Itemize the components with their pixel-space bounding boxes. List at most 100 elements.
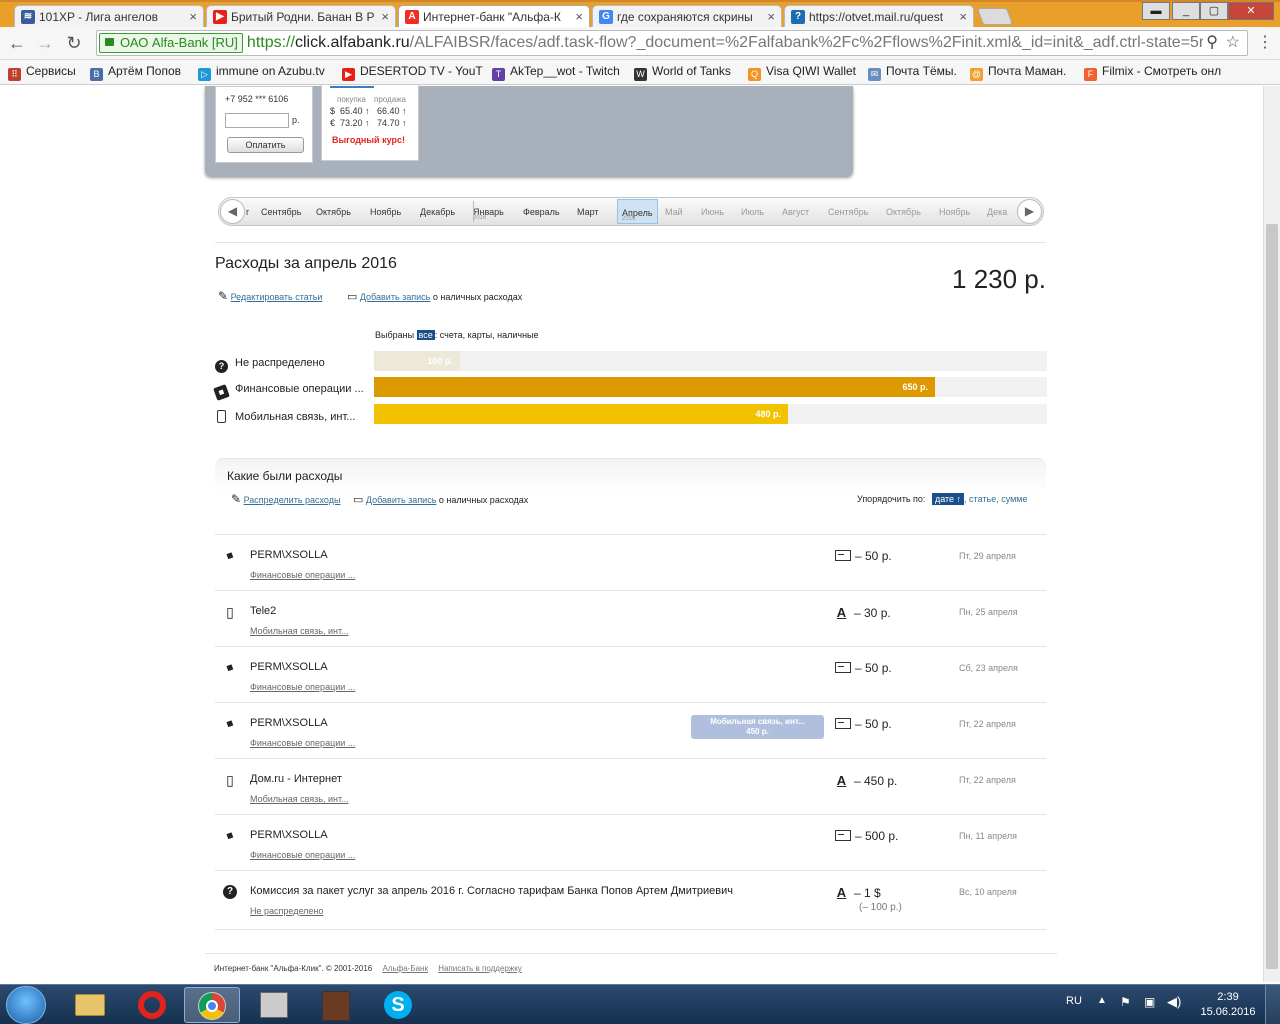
new-tab-button[interactable] bbox=[976, 8, 1014, 25]
sort-by-date[interactable]: дате ↑ bbox=[931, 493, 965, 505]
game-icon[interactable] bbox=[308, 987, 364, 1023]
bookmark-twitch[interactable]: T AkTep__wot - Twitch bbox=[492, 64, 620, 81]
chrome-icon[interactable] bbox=[184, 987, 240, 1023]
tab-101xp[interactable]: ≋ 101XP - Лига ангелов × bbox=[14, 5, 204, 29]
language-indicator[interactable]: RU bbox=[1066, 995, 1082, 1007]
month-item[interactable]: г bbox=[246, 207, 249, 217]
bookmark-mail-temy[interactable]: ✉ Почта Тёмы. bbox=[868, 64, 957, 81]
expense-row[interactable]: ▯ Tele2 Мобильная связь, инт... A – 30 р. Пн,… bbox=[215, 590, 1046, 646]
bar-finance[interactable]: 650 р. bbox=[374, 377, 935, 397]
expense-row[interactable]: ■ PERM\XSOLLA Финансовые операции ... – 50 … bbox=[215, 646, 1046, 702]
month-item[interactable]: Октябрь bbox=[886, 207, 921, 217]
expense-row[interactable]: ▯ Дом.ru - Интернет Мобильная связь, инт..… bbox=[215, 758, 1046, 814]
opera-icon[interactable] bbox=[124, 987, 180, 1023]
expense-category-link[interactable]: Мобильная связь, инт... bbox=[250, 626, 349, 636]
category-unassigned[interactable]: ? Не распределено bbox=[215, 357, 325, 373]
tab-otvet-mail[interactable]: ? https://otvet.mail.ru/quest × bbox=[784, 5, 974, 29]
network-icon[interactable]: ▣ bbox=[1144, 995, 1155, 1009]
footer-bank-link[interactable]: Альфа-Банк bbox=[382, 964, 427, 973]
task-manager-icon[interactable] bbox=[246, 987, 302, 1023]
promo-link[interactable]: Выгодный курс! bbox=[332, 135, 405, 145]
expense-row[interactable]: ■ PERM\XSOLLA Финансовые операции ... – 50 … bbox=[215, 702, 1046, 758]
expense-category-link[interactable]: Финансовые операции ... bbox=[250, 682, 355, 692]
month-item[interactable]: Март bbox=[577, 207, 599, 217]
prev-month-arrow-icon[interactable]: ◀ bbox=[220, 199, 245, 224]
category-finance[interactable]: ■ Финансовые операции ... bbox=[213, 383, 364, 401]
explorer-icon[interactable] bbox=[62, 987, 118, 1023]
user-icon[interactable]: ▬ bbox=[1142, 2, 1170, 20]
page-scrollbar[interactable] bbox=[1263, 86, 1280, 982]
expense-category-link[interactable]: Финансовые операции ... bbox=[250, 570, 355, 580]
month-item[interactable]: Июль bbox=[741, 207, 764, 217]
tab-google[interactable]: G где сохраняются скрины × bbox=[592, 5, 782, 29]
month-item[interactable]: Октябрь bbox=[316, 207, 351, 217]
close-icon[interactable]: × bbox=[575, 9, 583, 24]
bar-unassigned[interactable]: 100 р. bbox=[374, 351, 460, 371]
close-icon[interactable]: × bbox=[959, 9, 967, 24]
action-center-icon[interactable]: ⚑ bbox=[1120, 995, 1131, 1009]
forward-icon[interactable]: → bbox=[34, 32, 56, 54]
maximize-button[interactable]: ▢ bbox=[1200, 2, 1228, 20]
month-item[interactable]: Декабрь bbox=[420, 207, 455, 217]
scrollbar-thumb[interactable] bbox=[1266, 224, 1278, 969]
expense-row[interactable]: ■ PERM\XSOLLA Финансовые операции ... – 500… bbox=[215, 814, 1046, 870]
month-item[interactable]: Июнь bbox=[701, 207, 724, 217]
bookmark-services[interactable]: ⠿ Сервисы bbox=[8, 64, 76, 81]
bookmark-wot[interactable]: W World of Tanks bbox=[634, 64, 731, 81]
reload-icon[interactable]: ↻ bbox=[63, 32, 85, 54]
tray-expand-icon[interactable]: ▲ bbox=[1097, 995, 1107, 1006]
bar-mobile[interactable]: 480 р. bbox=[374, 404, 788, 424]
minimize-button[interactable]: _ bbox=[1172, 2, 1200, 20]
start-button[interactable] bbox=[6, 986, 46, 1024]
close-icon[interactable]: × bbox=[381, 9, 389, 24]
bookmark-desertod[interactable]: ▶ DESERTOD TV - YouT bbox=[342, 64, 483, 81]
next-month-arrow-icon[interactable]: ▶ bbox=[1017, 199, 1042, 224]
month-item[interactable]: Сентябрь bbox=[261, 207, 301, 217]
month-item[interactable]: Май bbox=[665, 207, 683, 217]
month-item[interactable]: Ноябрь bbox=[370, 207, 401, 217]
month-item[interactable]: Дека bbox=[987, 207, 1007, 217]
bookmark-qiwi[interactable]: Q Visa QIWI Wallet bbox=[748, 64, 856, 81]
bookmark-mail-maman[interactable]: @ Почта Маман. bbox=[970, 64, 1066, 81]
expense-row[interactable]: ■ PERM\XSOLLA Финансовые операции ... – 50 … bbox=[215, 534, 1046, 590]
back-icon[interactable]: ← bbox=[6, 32, 28, 54]
month-item[interactable]: Ноябрь bbox=[939, 207, 970, 217]
month-item[interactable]: Февраль bbox=[523, 207, 560, 217]
pay-button[interactable]: Оплатить bbox=[227, 137, 304, 153]
close-window-button[interactable]: ✕ bbox=[1228, 2, 1274, 20]
skype-icon[interactable]: S bbox=[370, 987, 426, 1023]
show-desktop-button[interactable] bbox=[1265, 985, 1280, 1024]
sort-other-options[interactable]: , статье, сумме bbox=[964, 494, 1027, 504]
distribute-expenses-link[interactable]: Распределить расходы bbox=[244, 495, 341, 505]
bookmark-azubu[interactable]: ▷ immune on Azubu.tv bbox=[198, 64, 325, 81]
star-icon[interactable]: ☆ bbox=[1222, 31, 1243, 55]
tab-youtube[interactable]: ▶ Бритый Родни. Банан В Р × bbox=[206, 5, 396, 29]
edit-categories-link[interactable]: Редактировать статьи bbox=[231, 292, 323, 302]
month-item[interactable]: Сентябрь bbox=[828, 207, 868, 217]
bookmark-filmix[interactable]: F Filmix - Смотреть онл bbox=[1084, 64, 1260, 81]
close-icon[interactable]: × bbox=[767, 9, 775, 24]
month-item[interactable]: Август bbox=[782, 207, 809, 217]
search-icon[interactable]: ⚲ bbox=[1203, 31, 1221, 55]
bookmark-artem[interactable]: B Артём Попов bbox=[90, 64, 181, 81]
address-bar[interactable]: ОАО Alfa-Bank [RU] https://click.alfabank… bbox=[96, 30, 1248, 56]
add-record-link[interactable]: Добавить запись bbox=[360, 292, 431, 302]
expense-category-link[interactable]: Финансовые операции ... bbox=[250, 850, 355, 860]
expense-row[interactable]: ? Комиссия за пакет услуг за апрель 2016 … bbox=[215, 870, 1046, 930]
volume-icon[interactable]: ◀) bbox=[1167, 994, 1181, 1010]
ev-certificate-badge[interactable]: ОАО Alfa-Bank [RU] bbox=[99, 33, 243, 53]
close-icon[interactable]: × bbox=[189, 9, 197, 24]
expense-category-link[interactable]: Мобильная связь, инт... bbox=[250, 794, 349, 804]
amount-input[interactable] bbox=[225, 113, 289, 128]
tab-alfa-bank[interactable]: A Интернет-банк "Альфа-К × bbox=[398, 5, 590, 29]
category-mobile[interactable]: Мобильная связь, инт... bbox=[215, 410, 355, 423]
filter-all-badge[interactable]: все bbox=[416, 330, 435, 340]
month-item[interactable]: Январь 2016 bbox=[473, 207, 504, 221]
expense-category-link[interactable]: Не распределено bbox=[250, 906, 323, 916]
menu-icon[interactable]: ⋮ bbox=[1254, 32, 1276, 54]
month-selected[interactable]: Апрель 2016 bbox=[617, 199, 658, 224]
add-record-link[interactable]: Добавить запись bbox=[366, 495, 437, 505]
clock[interactable]: 2:39 15.06.2016 bbox=[1198, 990, 1258, 1020]
footer-support-link[interactable]: Написать в поддержку bbox=[438, 964, 522, 973]
expense-category-link[interactable]: Финансовые операции ... bbox=[250, 738, 355, 748]
